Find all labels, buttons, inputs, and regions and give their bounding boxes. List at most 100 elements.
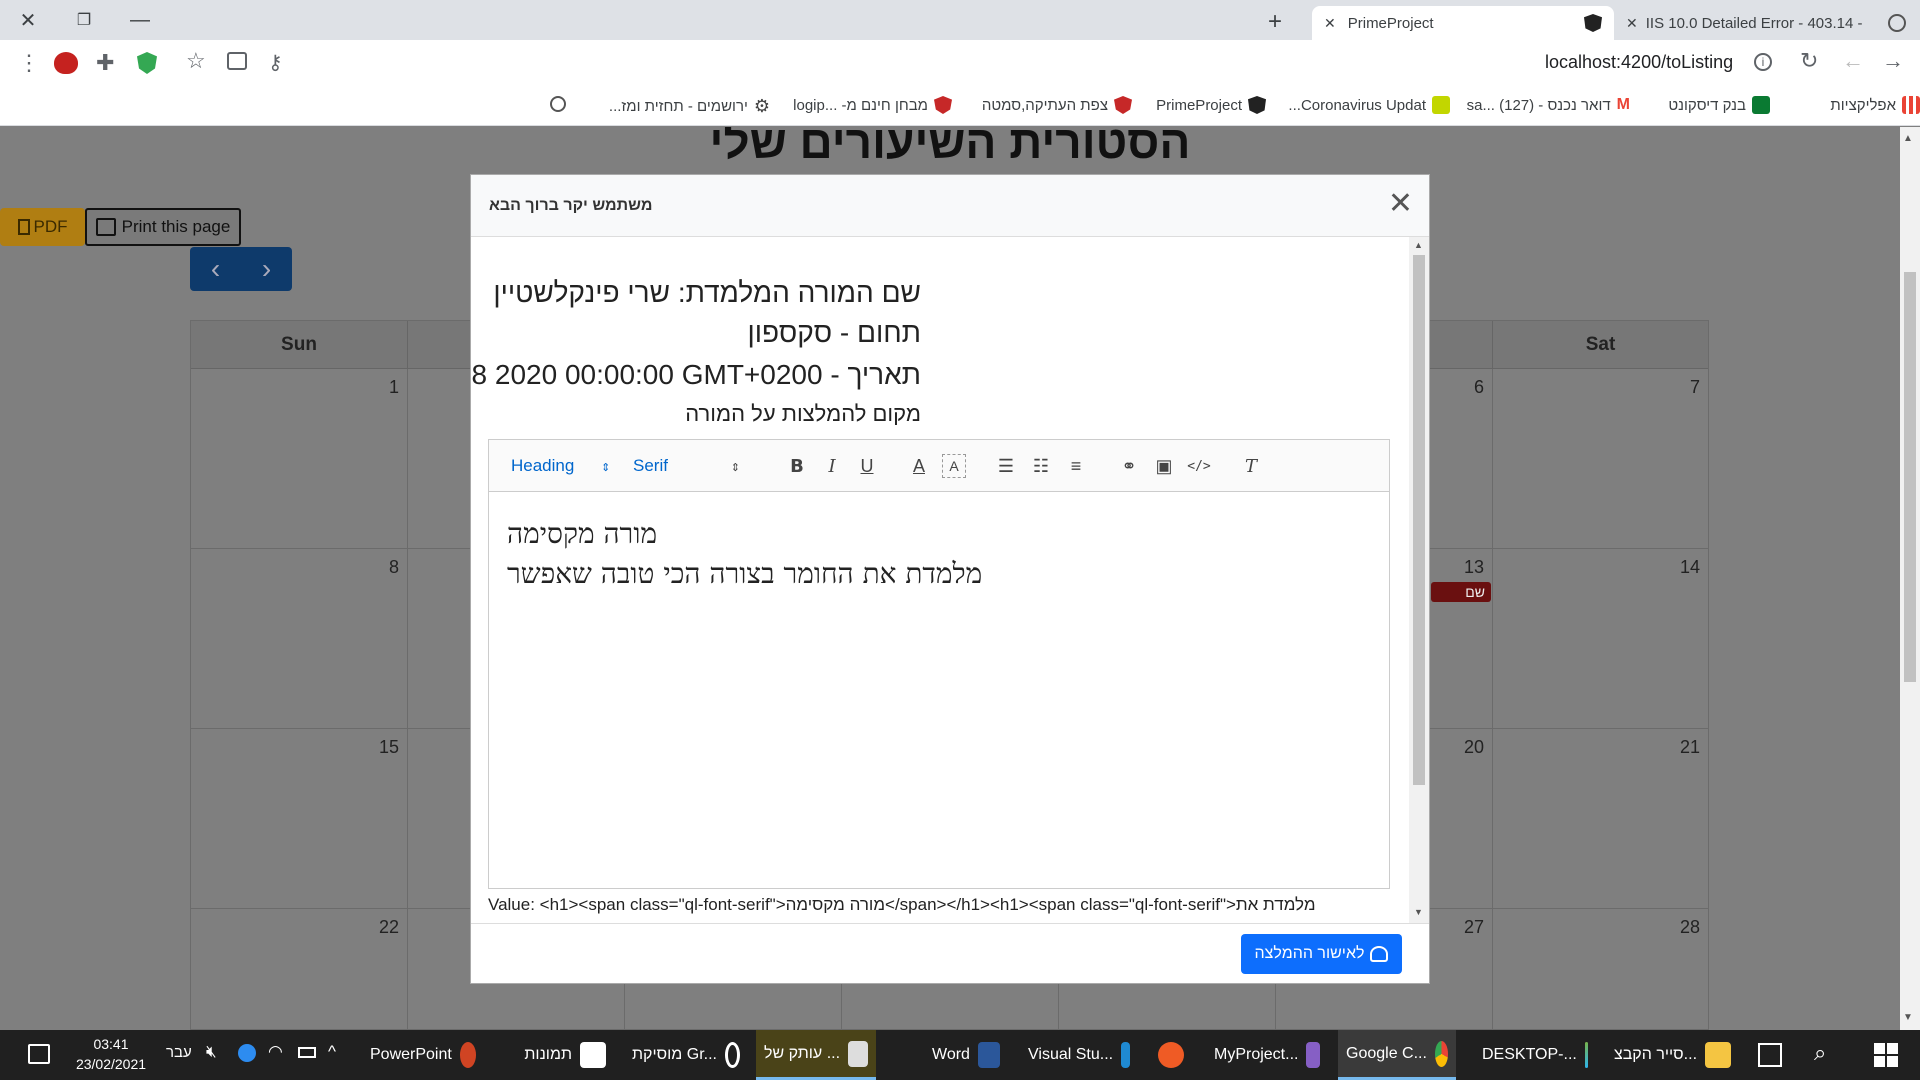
key-icon[interactable]: ⚷ <box>268 50 283 75</box>
image-icon[interactable]: ▣ <box>1152 454 1176 478</box>
bookmark-weather[interactable]: ⚙ ירושמים - תחזית ומז... <box>609 96 770 117</box>
taskbar-powerpoint[interactable]: PowerPoint <box>362 1030 484 1080</box>
taskbar-explorer[interactable]: סייר הקבצ... <box>1606 1030 1746 1080</box>
link-icon[interactable]: ⚭ <box>1117 454 1141 478</box>
page-scrollbar[interactable]: ▲ ▼ <box>1900 127 1920 1030</box>
bookmark-primeproject[interactable]: PrimeProject <box>1156 96 1266 114</box>
angular-icon <box>1584 14 1602 32</box>
print-button[interactable]: Print this page <box>85 208 241 246</box>
scroll-up-icon[interactable]: ▲ <box>1414 240 1423 250</box>
restore-window-icon[interactable]: ❐ <box>56 0 112 40</box>
dow-header: Sat <box>1493 321 1708 369</box>
wifi-icon[interactable]: ◠ <box>268 1042 283 1062</box>
task-view-icon[interactable] <box>1758 1043 1782 1067</box>
italic-button[interactable]: I <box>820 454 844 478</box>
heading-select[interactable]: Heading ⇕ <box>511 456 610 476</box>
menu-dots-icon[interactable]: ⋮ <box>18 50 40 76</box>
reload-icon[interactable]: ↻ <box>1800 48 1818 74</box>
forward-icon[interactable]: ← <box>1842 48 1864 74</box>
bookmark-logip[interactable]: מבחן חינם מ- ...logip <box>793 96 952 114</box>
cortana-icon[interactable] <box>238 1044 256 1062</box>
minimize-window-icon[interactable]: — <box>112 0 168 40</box>
chevron-up-icon[interactable]: ^ <box>328 1042 336 1062</box>
bookmark-coronavirus[interactable]: Coronavirus Updat... <box>1288 96 1450 114</box>
taskbar-postman[interactable] <box>1150 1030 1194 1080</box>
back-icon[interactable]: → <box>1882 48 1904 74</box>
bookmark-discount[interactable]: בנק דיסקונט <box>1668 96 1770 114</box>
bookmark-globe[interactable] <box>550 96 566 112</box>
bookmark-apps[interactable]: אפליקציות <box>1830 96 1920 114</box>
close-window-icon[interactable]: ✕ <box>0 0 56 40</box>
text-color-button[interactable]: A <box>907 454 931 478</box>
scroll-down-icon[interactable]: ▼ <box>1414 907 1423 917</box>
shield-extension-icon[interactable] <box>137 52 157 74</box>
next-month-button[interactable]: › <box>241 247 292 291</box>
scrollbar-thumb[interactable] <box>1904 272 1916 682</box>
modal-header: משתמש יקר ברוך הבא <box>471 175 1429 237</box>
bullet-list-button[interactable]: ☷ <box>1029 454 1053 478</box>
day-cell[interactable]: 28 <box>1493 909 1708 1030</box>
taskbar-word[interactable]: Word <box>924 1030 1008 1080</box>
modal-scrollbar[interactable]: ▲ ▼ <box>1409 237 1429 923</box>
bookmark-gmail[interactable]: M דואר נכנס - sa... (127) <box>1467 96 1630 114</box>
day-cell[interactable]: 8 <box>191 549 408 729</box>
close-tab-icon[interactable]: ✕ <box>1324 15 1336 32</box>
visual-studio-icon <box>1306 1042 1320 1068</box>
photos-icon <box>580 1042 606 1068</box>
heart-extension-icon[interactable] <box>54 52 78 74</box>
scrollbar-thumb[interactable] <box>1413 255 1425 785</box>
clear-format-icon[interactable]: T <box>1239 454 1263 478</box>
background-color-button[interactable]: A <box>942 454 966 478</box>
notifications-icon[interactable] <box>28 1044 50 1064</box>
align-button[interactable]: ≡ <box>1064 454 1088 478</box>
editor-content[interactable]: מורה מקסימה מלמדת את החומר בצורה הכי טוב… <box>489 492 1389 889</box>
extensions-puzzle-icon[interactable]: ✚ <box>96 50 114 76</box>
volume-muted-icon[interactable]: 🔇︎ <box>206 1042 217 1062</box>
calendar-event[interactable]: שם <box>1431 582 1491 602</box>
bookmark-safed[interactable]: צפת העתיקה,סמטה <box>982 96 1132 114</box>
bold-button[interactable]: B <box>785 454 809 478</box>
tab-primeproject[interactable]: ✕ PrimeProject <box>1312 6 1614 40</box>
day-cell[interactable]: 21 <box>1493 729 1708 909</box>
pdf-button[interactable]: PDF <box>0 208 85 246</box>
ordered-list-button[interactable]: ☰ <box>994 454 1018 478</box>
site-info-icon[interactable]: i <box>1754 53 1772 71</box>
taskbar-copy[interactable]: עותק של ... <box>756 1030 876 1080</box>
search-icon[interactable]: ⌕ <box>1814 1040 1826 1066</box>
taskbar-photos[interactable]: תמונות <box>494 1030 614 1080</box>
address-bar[interactable]: localhost:4200/toListing <box>1545 52 1733 73</box>
word-icon <box>977 1042 1000 1068</box>
recommendation-modal: משתמש יקר ברוך הבא ✕ שם המורה המלמדת: שר… <box>470 174 1430 984</box>
page-title: הסטורית השיעורים שלי <box>709 127 1191 168</box>
taskbar-desktop[interactable]: DESKTOP-... <box>1474 1030 1596 1080</box>
battery-icon[interactable] <box>298 1047 316 1058</box>
clock[interactable]: 03:41 23/02/2021 <box>74 1034 148 1074</box>
day-cell[interactable]: 14 <box>1493 549 1708 729</box>
editor-toolbar: Heading ⇕ Serif ⇕ B I U A A ☰ ☷ ≡ ⚭ ▣ </… <box>489 440 1389 492</box>
day-cell[interactable]: 7 <box>1493 369 1708 549</box>
translate-icon[interactable] <box>227 52 247 70</box>
scroll-down-icon[interactable]: ▼ <box>1903 1012 1913 1023</box>
day-cell[interactable]: 1 <box>191 369 408 549</box>
taskbar-visualstudio[interactable]: MyProject... <box>1206 1030 1328 1080</box>
underline-button[interactable]: U <box>855 454 879 478</box>
taskbar-chrome[interactable]: Google C... <box>1338 1030 1456 1080</box>
tab-iis-error[interactable]: ✕ IIS 10.0 Detailed Error - 403.14 - <box>1614 6 1920 40</box>
taskbar-groove[interactable]: מוסיקת Gr... <box>624 1030 748 1080</box>
updown-icon: ⇕ <box>730 462 740 474</box>
day-cell[interactable]: 22 <box>191 909 408 1030</box>
close-tab-icon[interactable]: ✕ <box>1626 15 1638 32</box>
scroll-up-icon[interactable]: ▲ <box>1903 133 1913 144</box>
taskbar-vscode[interactable]: Visual Stu... <box>1020 1030 1138 1080</box>
day-cell[interactable]: 15 <box>191 729 408 909</box>
font-select[interactable]: Serif ⇕ <box>633 456 740 476</box>
language-indicator[interactable]: עבר <box>166 1044 192 1061</box>
star-bookmark-icon[interactable]: ☆ <box>186 48 206 74</box>
confirm-recommendation-button[interactable]: לאישור ההמלצה <box>1241 934 1402 974</box>
new-tab-icon[interactable]: + <box>1268 8 1282 36</box>
prev-month-button[interactable]: ‹ <box>190 247 241 291</box>
close-icon[interactable]: ✕ <box>1388 189 1413 219</box>
code-block-icon[interactable]: </> <box>1187 454 1211 478</box>
windows-start-icon[interactable] <box>1874 1043 1898 1067</box>
tab-title: IIS 10.0 Detailed Error - 403.14 - <box>1645 14 1863 32</box>
